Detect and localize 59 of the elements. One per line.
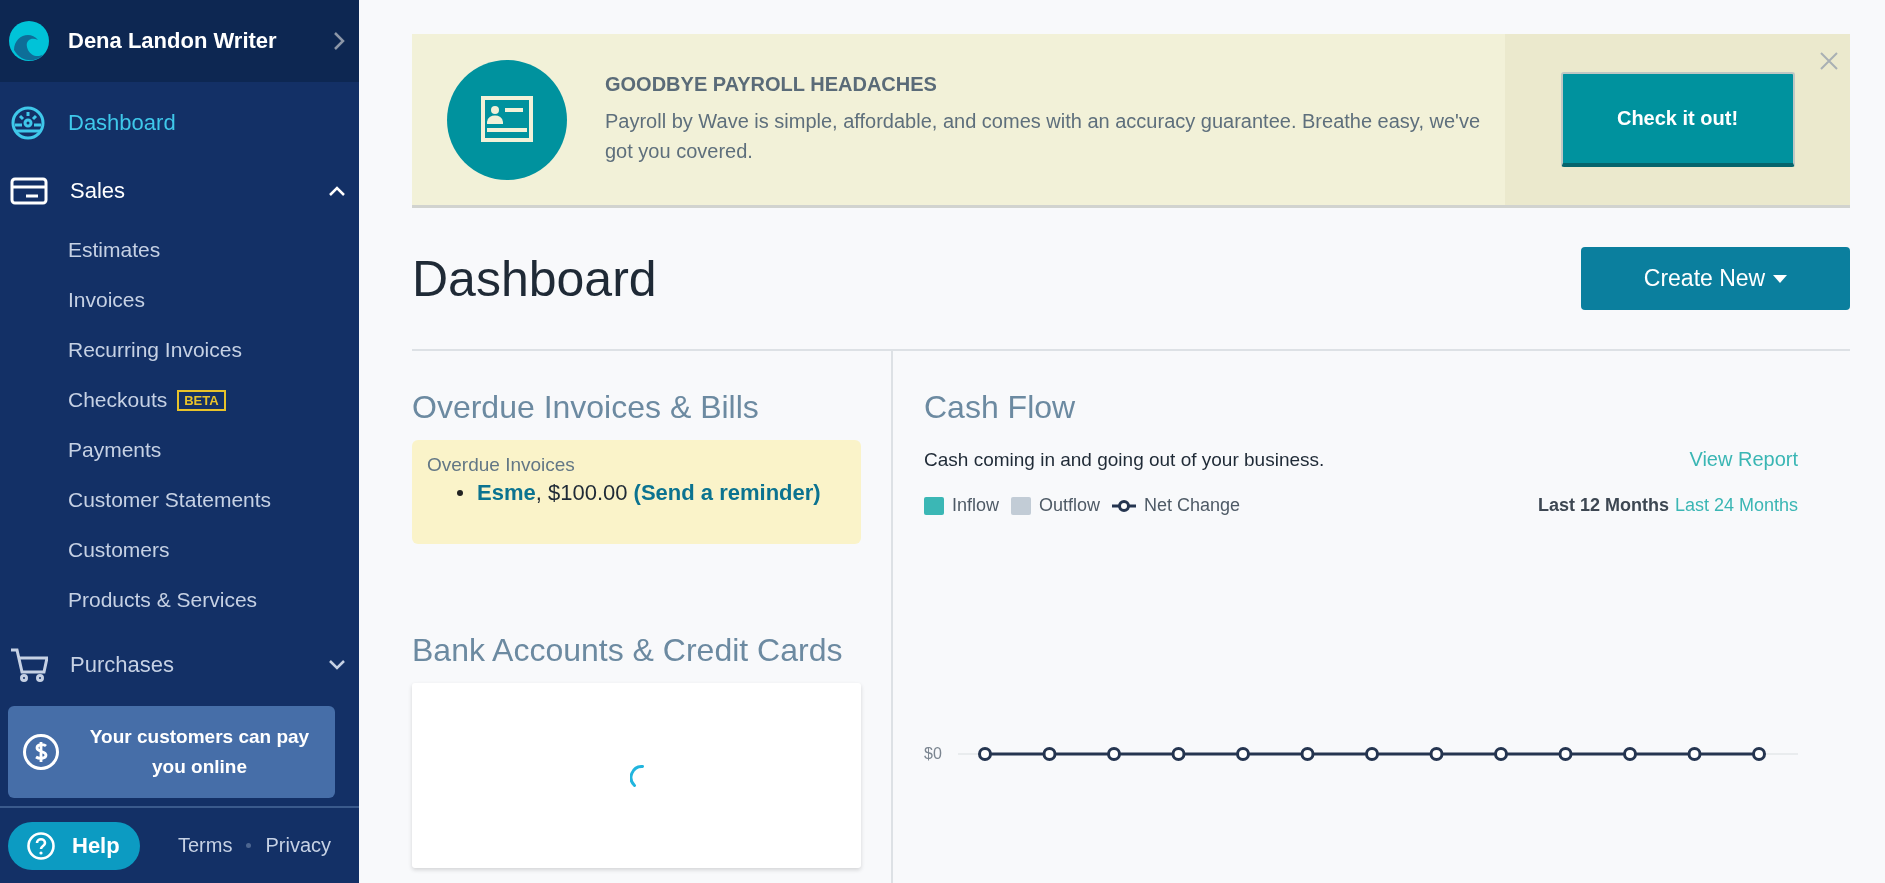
section-heading: Overdue Invoices & Bills (412, 389, 760, 426)
net-change-point (1171, 747, 1186, 761)
net-change-point (1687, 747, 1702, 761)
net-change-point (1042, 747, 1057, 761)
check-it-out-button[interactable]: Check it out! (1560, 72, 1795, 167)
nav-subitem[interactable]: Estimates (68, 225, 359, 275)
chevron-down-icon[interactable] (329, 660, 345, 670)
create-new-button[interactable]: Create New (1581, 247, 1850, 310)
legend-label: Inflow (952, 495, 1000, 516)
nav-item[interactable]: Sales (0, 157, 359, 225)
banner-text: Payroll by Wave is simple, affordable, and comes with an accuracy guarantee. Breathe easy, we've got you covered. (605, 109, 1481, 164)
period-tab[interactable]: Last 12 Months (1537, 495, 1669, 515)
id-card-icon (447, 59, 567, 180)
net-change-point (1365, 747, 1379, 761)
nav-subitem[interactable]: Recurring Invoices (68, 325, 359, 375)
nav-subitem[interactable]: Products & Services (68, 575, 359, 625)
net-change-point (1752, 747, 1766, 761)
net-change-point (1429, 747, 1444, 761)
net-change-point (1300, 747, 1315, 761)
chevron-right-icon[interactable] (333, 31, 345, 51)
nav-item[interactable]: Dashboard (0, 89, 359, 157)
cart-icon (10, 648, 48, 682)
dashboard-icon (10, 105, 46, 141)
caret-icon (1773, 274, 1788, 283)
nav-subitem[interactable]: Payments (68, 425, 359, 475)
dollar-icon (22, 733, 60, 771)
bullet-icon (457, 490, 463, 496)
card-icon (10, 177, 48, 205)
nav-subitem[interactable]: Customers (68, 525, 359, 575)
online-payments-promo[interactable]: Your customers can pay you online (8, 706, 335, 798)
wave-logo-icon[interactable] (8, 20, 50, 62)
nav-subitem[interactable]: Invoices (68, 275, 359, 325)
overdue-box-title: Overdue Invoices (427, 454, 576, 476)
legend-label: Net Change (1144, 495, 1241, 516)
section-heading: Bank Accounts & Credit Cards (412, 632, 844, 669)
page-title: Dashboard (412, 249, 657, 308)
net-change-point (1494, 747, 1508, 761)
separator-dot (246, 843, 252, 848)
customer-link[interactable]: Esme (477, 480, 536, 505)
legend-label: Outflow (1039, 495, 1101, 516)
banner-title: GOODBYE PAYROLL HEADACHES (605, 73, 938, 96)
section-heading: Cash Flow (924, 389, 1077, 426)
nav-subitem[interactable]: Customer Statements (68, 475, 359, 525)
net-change-point (978, 747, 992, 761)
nav-item[interactable]: Purchases (0, 631, 359, 699)
cash-flow-description: Cash coming in and going out of your business. (924, 448, 1325, 471)
overdue-invoice-entry: Esme, $100.00 (Send a reminder) (477, 480, 821, 506)
help-icon (26, 830, 56, 861)
footer-link[interactable]: Terms (178, 834, 233, 857)
net-change-point (1623, 747, 1637, 761)
send-reminder-link[interactable]: (Send a reminder) (633, 480, 821, 505)
net-change-point (1107, 747, 1121, 761)
footer-link[interactable]: Privacy (265, 834, 332, 857)
beta-badge: BETA (177, 389, 226, 411)
axis-label: $0 (924, 745, 943, 763)
net-change-point (1558, 747, 1573, 761)
chevron-up-icon[interactable] (329, 186, 345, 196)
net-change-point (1236, 747, 1250, 761)
nav-subitem[interactable]: Checkouts (68, 388, 168, 412)
